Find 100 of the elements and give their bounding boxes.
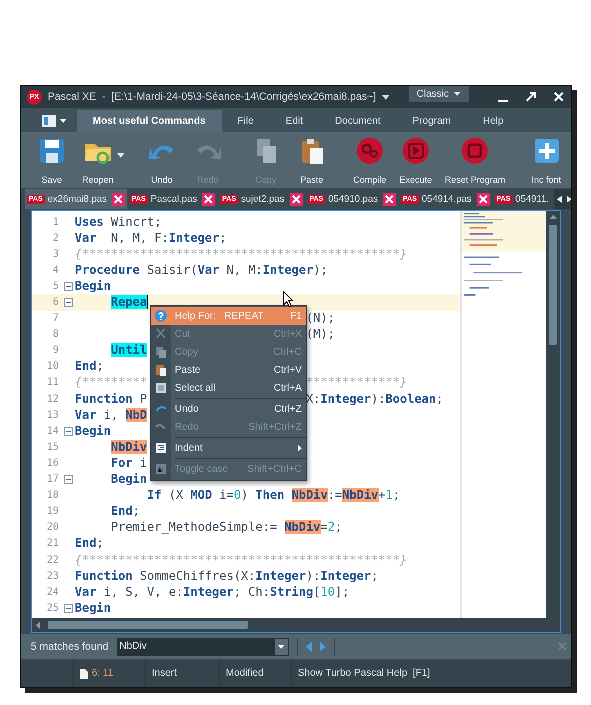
code-line: {********* xyxy=(75,375,148,390)
code-line: Begin xyxy=(75,600,112,616)
code-line: (M); xyxy=(306,327,336,342)
code-editor[interactable] xyxy=(32,211,460,618)
caret-icon xyxy=(60,119,66,123)
line-number: 23 xyxy=(46,570,60,582)
ribbon-tab[interactable]: Most useful Commands xyxy=(77,110,222,132)
line-number: 21 xyxy=(46,538,60,550)
close-icon[interactable] xyxy=(290,192,303,206)
line-number: 14 xyxy=(46,426,60,437)
modified-status: Modified xyxy=(226,668,264,679)
ribbon-tab[interactable]: Help xyxy=(467,110,520,132)
line-number: 20 xyxy=(46,522,60,534)
status-hint: Show Turbo Pascal Help [F1] xyxy=(298,668,430,679)
line-number: 8 xyxy=(52,329,60,340)
toolbar-button[interactable]: Compile xyxy=(347,136,393,185)
toolbar-button[interactable]: Inc font xyxy=(524,136,570,185)
file-name: 054911. xyxy=(516,194,550,204)
fold-toggle-icon[interactable] xyxy=(64,426,73,436)
scrollbar-thumb[interactable] xyxy=(549,225,557,345)
line-number: 1 xyxy=(52,216,60,228)
gears-icon xyxy=(355,136,385,166)
line-number: 6 xyxy=(52,297,60,308)
toolbar-button[interactable]: Reset Program xyxy=(439,136,512,185)
select-all-icon xyxy=(155,382,167,394)
horizontal-scrollbar[interactable] xyxy=(32,618,560,632)
code-line: Function SommeChiffres(X:Integer):Integer; xyxy=(75,568,378,584)
line-number: 7 xyxy=(52,313,60,324)
caret-icon[interactable] xyxy=(382,94,390,100)
code-line: Premier_MethodeSimple:= NbDiv=2; xyxy=(110,520,342,536)
line-number: 18 xyxy=(46,490,60,502)
panel-layout-icon xyxy=(42,115,56,127)
help-icon xyxy=(155,310,167,322)
code-line: {********************************************} xyxy=(75,552,408,568)
line-number: 16 xyxy=(46,458,60,469)
toggle-case-icon xyxy=(155,463,167,475)
code-line: X:Integer):Boolean; xyxy=(306,392,444,407)
close-icon[interactable] xyxy=(476,192,490,206)
scroll-left-icon[interactable] xyxy=(557,196,562,202)
line-number: 5 xyxy=(52,280,60,292)
search-field[interactable]: NbDiv xyxy=(116,638,274,656)
toolbar-button[interactable]: Undo xyxy=(139,136,185,185)
caret-icon[interactable] xyxy=(117,152,125,158)
menu-item[interactable]: Indent xyxy=(151,439,306,457)
line-number: 10 xyxy=(46,361,60,372)
toolbar-button[interactable]: Paste xyxy=(289,136,335,185)
file-name: ex26mai8.pas xyxy=(48,194,108,204)
close-icon[interactable] xyxy=(202,192,216,206)
menu-item[interactable]: Paste Ctrl+V xyxy=(151,361,306,379)
menu-item[interactable]: Undo Ctrl+Z xyxy=(151,400,306,418)
fold-toggle-icon[interactable] xyxy=(64,298,73,308)
ribbon-tab[interactable]: Document xyxy=(319,110,397,132)
window-title: Pascal XE - [E:\1-Mardi-24-05\3-Séance-14\Corrigés\ex26mai8.pas~] xyxy=(48,91,376,103)
toolbar-button[interactable]: Save xyxy=(29,136,75,185)
line-number: 13 xyxy=(46,410,60,421)
close-icon[interactable] xyxy=(112,192,126,206)
fold-toggle-icon[interactable] xyxy=(64,282,73,291)
menu-item[interactable]: Select all Ctrl+A xyxy=(151,379,306,397)
maximize-icon[interactable] xyxy=(525,91,537,103)
dropdown-button[interactable] xyxy=(274,638,289,656)
code-line: (N); xyxy=(306,311,336,326)
file-name: 054914.pas xyxy=(422,194,472,204)
toolbar-button[interactable]: Reopen xyxy=(75,136,121,185)
line-number: 9 xyxy=(52,345,60,356)
scrollbar-thumb[interactable] xyxy=(48,621,248,629)
play-icon xyxy=(401,136,431,166)
code-line: If (X MOD i=0) Then NbDiv:=NbDiv+1; xyxy=(146,488,400,504)
ribbon-tab[interactable]: Edit xyxy=(270,110,320,132)
mouse-pointer-icon xyxy=(283,291,294,308)
caret-icon xyxy=(278,644,285,648)
file-name: sujet2.pas xyxy=(241,194,285,204)
document-icon xyxy=(80,668,88,678)
fold-toggle-icon[interactable] xyxy=(64,475,73,484)
code-line: End; xyxy=(75,359,104,374)
scroll-up-icon[interactable] xyxy=(550,215,556,219)
ribbon-tab[interactable]: Program xyxy=(396,110,468,132)
code-line: Begin xyxy=(75,278,112,294)
ribbon-tab[interactable]: File xyxy=(222,110,270,132)
vertical-scrollbar[interactable] xyxy=(546,211,560,618)
match-count: 5 matches found xyxy=(31,640,109,652)
fold-toggle-icon[interactable] xyxy=(64,604,73,613)
insert-mode: Insert xyxy=(152,668,178,679)
close-icon[interactable] xyxy=(383,192,396,206)
file-name: 054910.pas xyxy=(328,194,378,204)
code-line: Var i, S, V, e:Integer; Ch:String[10]; xyxy=(75,584,350,600)
scroll-right-icon[interactable] xyxy=(567,196,571,202)
code-line: End; xyxy=(110,504,140,520)
layout-dropdown[interactable]: Classic xyxy=(408,86,469,102)
code-line: Begin xyxy=(110,472,148,488)
copy-icon xyxy=(155,346,167,358)
line-number: 25 xyxy=(46,602,60,614)
cursor-position: 6: 11 xyxy=(92,668,114,679)
clipboard-icon xyxy=(155,364,167,376)
line-number: 4 xyxy=(52,264,60,276)
indent-icon xyxy=(155,442,167,454)
line-number: 17 xyxy=(46,474,60,486)
code-line: Procedure Saisir(Var N, M:Integer); xyxy=(75,262,328,278)
toolbar-button[interactable]: Execute xyxy=(393,136,439,185)
line-number: 12 xyxy=(46,394,60,405)
stop-icon xyxy=(460,136,490,166)
